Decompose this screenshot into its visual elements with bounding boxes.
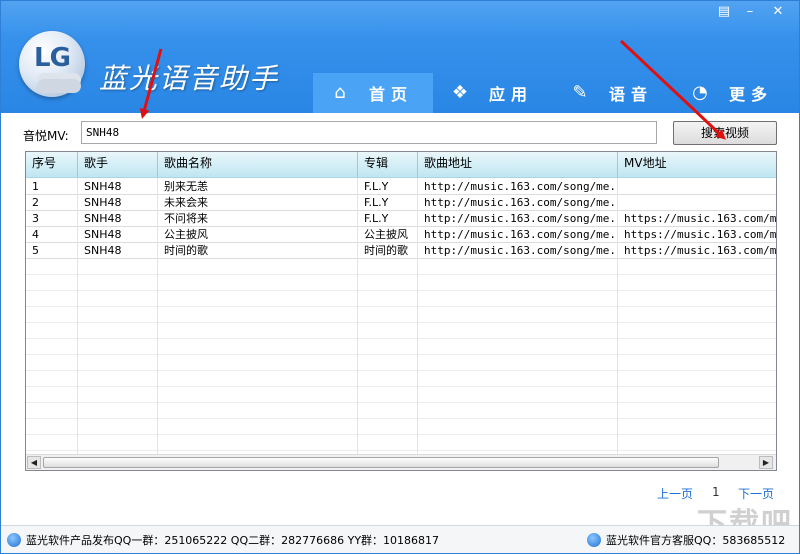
app-title: 蓝光语音助手 xyxy=(99,62,280,95)
cell-mv-url: https://music.163.com/m/mv xyxy=(624,228,776,241)
cell-singer: SNH48 xyxy=(78,243,158,258)
page-number: 1 xyxy=(712,485,720,499)
tab-voice[interactable]: ✎ 语音 xyxy=(561,73,671,113)
column-header-mv-url[interactable]: MV地址 xyxy=(618,152,776,177)
column-divider xyxy=(617,178,618,454)
cell-song-url: http://music.163.com/song/me... xyxy=(418,211,618,226)
empty-row xyxy=(26,387,776,403)
logo-text: LG xyxy=(34,43,71,73)
status-support-qq-text: 蓝光软件官方客服QQ：583685512 xyxy=(606,534,786,547)
cell-singer: SNH48 xyxy=(78,211,158,226)
search-input[interactable]: SNH48 xyxy=(81,121,657,144)
header-bar: LG 蓝光语音助手 ▤ – ✕ ⌂ 首页 ❖ 应用 ✎ 语音 ◔ 更多 xyxy=(1,1,799,113)
cell-index: 5 xyxy=(26,243,78,258)
cell-album: 公主披风 xyxy=(358,227,418,242)
cell-mv-url xyxy=(618,179,776,194)
scrollbar-thumb[interactable] xyxy=(43,457,719,468)
empty-row xyxy=(26,339,776,355)
home-icon: ⌂ xyxy=(334,82,346,103)
cell-index: 4 xyxy=(26,227,78,242)
prev-page-link[interactable]: 上一页 xyxy=(657,485,693,502)
cloud-icon xyxy=(37,79,81,93)
column-header-song-url[interactable]: 歌曲地址 xyxy=(418,152,618,177)
app-window: LG 蓝光语音助手 ▤ – ✕ ⌂ 首页 ❖ 应用 ✎ 语音 ◔ 更多 音悦MV… xyxy=(0,0,800,554)
table-row[interactable]: 1 SNH48 别来无恙 F.L.Y http://music.163.com/song… xyxy=(26,179,776,195)
empty-row xyxy=(26,259,776,275)
column-divider xyxy=(417,178,418,454)
edit-icon: ✎ xyxy=(572,82,588,103)
table-row[interactable]: 3 SNH48 不问将来 F.L.Y http://music.163.com/song… xyxy=(26,211,776,227)
table-row[interactable]: 2 SNH48 未来会来 F.L.Y http://music.163.com/song… xyxy=(26,195,776,211)
cell-album: 时间的歌 xyxy=(358,243,418,258)
search-video-button[interactable]: 搜索视频 xyxy=(673,121,777,145)
cell-song-url: http://music.163.com/song/me... xyxy=(418,227,618,242)
cell-album: F.L.Y xyxy=(358,179,418,194)
horizontal-scrollbar[interactable]: ◀ ▶ xyxy=(26,454,776,470)
tab-home[interactable]: ⌂ 首页 xyxy=(313,73,433,113)
qq-icon xyxy=(7,533,21,547)
status-qq-groups-text: 蓝光软件产品发布QQ一群：251065222 QQ二群：282776686 YY… xyxy=(26,534,440,547)
empty-row xyxy=(26,323,776,339)
results-table: 序号 歌手 歌曲名称 专辑 歌曲地址 MV地址 1 SNH48 别来无恙 F.L.Y h… xyxy=(25,151,777,471)
empty-row xyxy=(26,307,776,323)
status-qq-groups[interactable]: 蓝光软件产品发布QQ一群：251065222 QQ二群：282776686 YY… xyxy=(7,532,439,548)
empty-row xyxy=(26,371,776,387)
layers-icon: ❖ xyxy=(451,82,469,103)
cell-mv-url xyxy=(618,195,776,210)
table-row[interactable]: 4 SNH48 公主披风 公主披风 http://music.163.com/song/… xyxy=(26,227,776,243)
tab-label: 首页 xyxy=(369,85,414,104)
table-header: 序号 歌手 歌曲名称 专辑 歌曲地址 MV地址 xyxy=(26,152,776,178)
column-header-singer[interactable]: 歌手 xyxy=(78,152,158,177)
empty-row xyxy=(26,275,776,291)
status-bar: 蓝光软件产品发布QQ一群：251065222 QQ二群：282776686 YY… xyxy=(1,525,799,553)
cell-song: 未来会来 xyxy=(158,195,358,210)
empty-row xyxy=(26,435,776,451)
pie-icon: ◔ xyxy=(692,82,708,103)
column-header-album[interactable]: 专辑 xyxy=(358,152,418,177)
tab-label: 语音 xyxy=(609,85,654,104)
table-row[interactable]: 5 SNH48 时间的歌 时间的歌 http://music.163.com/song/… xyxy=(26,243,776,259)
empty-row xyxy=(26,419,776,435)
search-label: 音悦MV: xyxy=(23,129,69,143)
scroll-left-icon[interactable]: ◀ xyxy=(27,456,41,469)
column-divider xyxy=(357,178,358,454)
tab-label: 应用 xyxy=(489,85,534,104)
cell-album: F.L.Y xyxy=(358,195,418,210)
minimize-icon[interactable]: – xyxy=(739,3,761,21)
cell-song: 公主披风 xyxy=(158,227,358,242)
cell-singer: SNH48 xyxy=(78,195,158,210)
tab-label: 更多 xyxy=(729,85,774,104)
cell-index: 3 xyxy=(26,211,78,226)
cell-index: 2 xyxy=(26,195,78,210)
empty-row xyxy=(26,355,776,371)
status-support-qq[interactable]: 蓝光软件官方客服QQ：583685512 xyxy=(587,532,785,548)
menu-icon[interactable]: ▤ xyxy=(713,3,735,21)
cell-index: 1 xyxy=(26,179,78,194)
cell-singer: SNH48 xyxy=(78,179,158,194)
cell-song: 时间的歌 xyxy=(158,243,358,258)
cell-singer: SNH48 xyxy=(78,227,158,242)
cell-song: 别来无恙 xyxy=(158,179,358,194)
qq-icon xyxy=(587,533,601,547)
close-icon[interactable]: ✕ xyxy=(767,3,789,21)
cell-mv-url: https://music.163.com/m/mv xyxy=(624,212,776,225)
column-header-song[interactable]: 歌曲名称 xyxy=(158,152,358,177)
cell-song-url: http://music.163.com/song/me... xyxy=(418,243,618,258)
tab-more[interactable]: ◔ 更多 xyxy=(681,73,791,113)
cell-song-url: http://music.163.com/song/me... xyxy=(418,195,618,210)
column-divider xyxy=(157,178,158,454)
tab-apps[interactable]: ❖ 应用 xyxy=(441,73,551,113)
cell-song: 不问将来 xyxy=(158,211,358,226)
cell-album: F.L.Y xyxy=(358,211,418,226)
scroll-right-icon[interactable]: ▶ xyxy=(759,456,773,469)
column-header-index[interactable]: 序号 xyxy=(26,152,78,177)
empty-row xyxy=(26,291,776,307)
cell-mv-url: https://music.163.com/m/mv xyxy=(624,244,776,257)
cell-song-url: http://music.163.com/song/me... xyxy=(418,179,618,194)
column-divider xyxy=(77,178,78,454)
app-logo: LG xyxy=(19,31,85,97)
empty-row xyxy=(26,403,776,419)
